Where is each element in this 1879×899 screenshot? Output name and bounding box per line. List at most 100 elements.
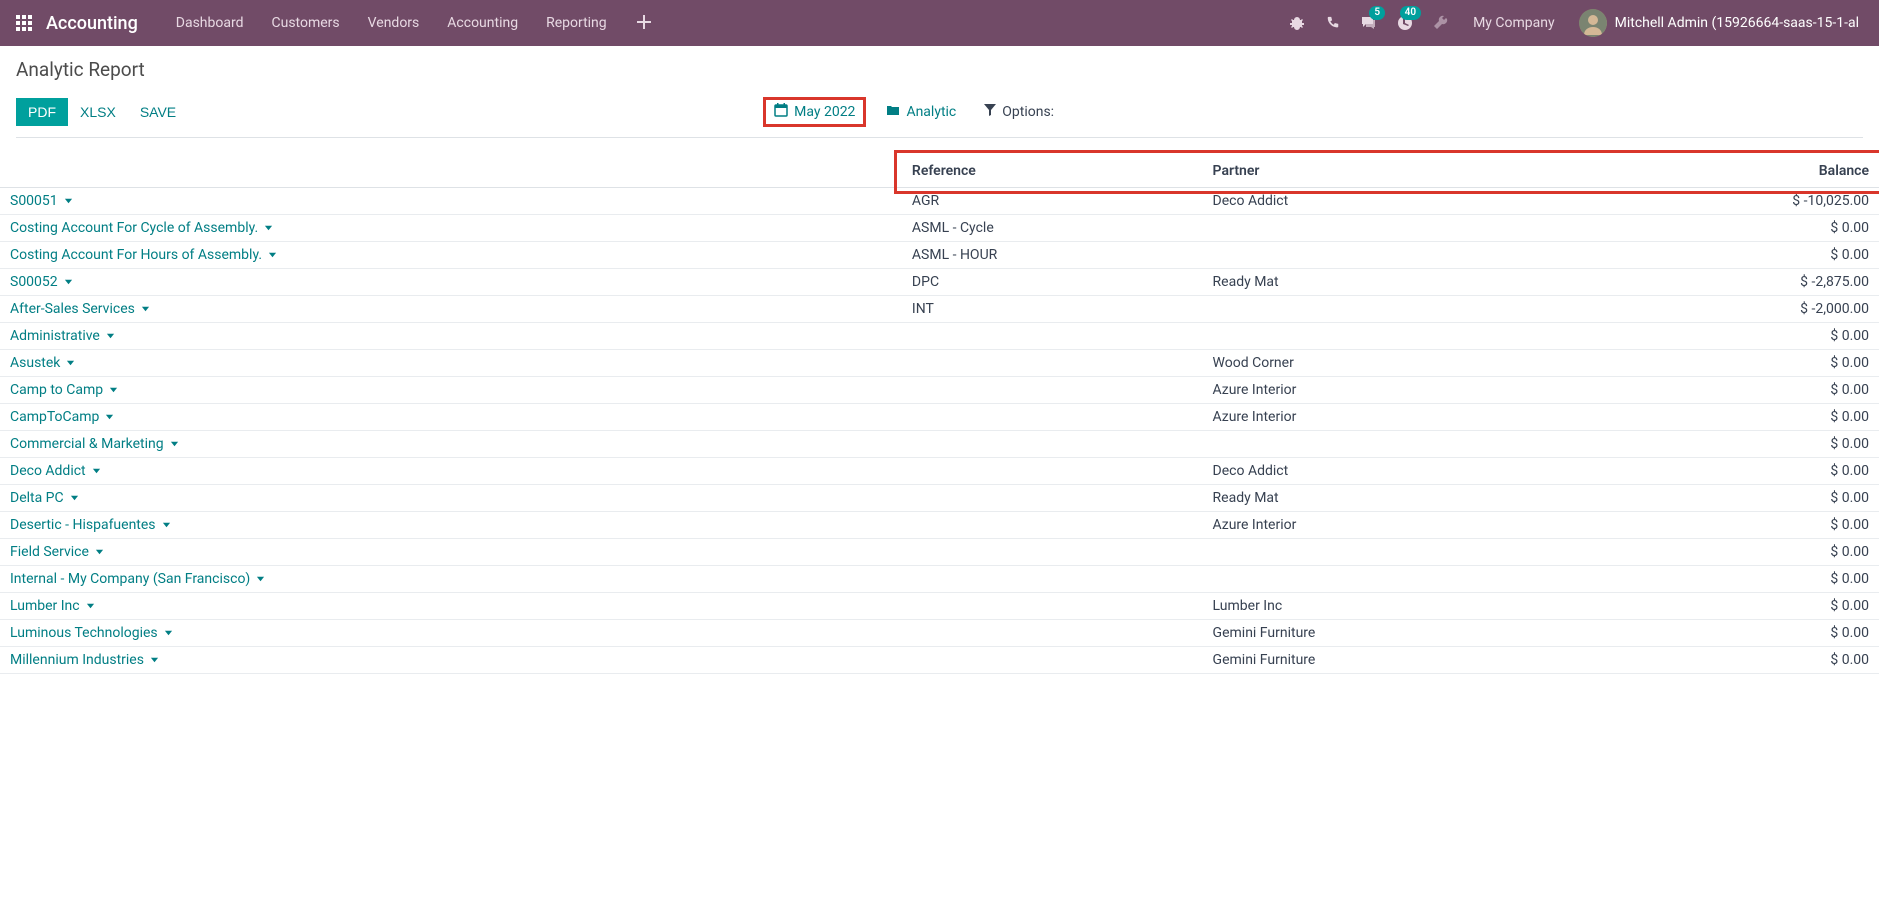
row-name-link[interactable]: Administrative xyxy=(10,328,115,344)
table-row: Desertic - HispafuentesAzure Interior$ 0… xyxy=(0,512,1879,539)
row-reference xyxy=(902,485,1203,512)
nav-dashboard[interactable]: Dashboard xyxy=(162,0,258,46)
row-balance: $ 0.00 xyxy=(1578,539,1879,566)
controls-row: PDF XLSX SAVE May 2022 Analytic Options: xyxy=(16,97,1863,138)
row-name-link[interactable]: Deco Addict xyxy=(10,463,101,479)
row-name-link[interactable]: Field Service xyxy=(10,544,104,560)
caret-down-icon xyxy=(109,382,118,398)
row-reference xyxy=(902,458,1203,485)
table-row: Deco AddictDeco Addict$ 0.00 xyxy=(0,458,1879,485)
row-name-link[interactable]: Camp to Camp xyxy=(10,382,118,398)
save-button[interactable]: SAVE xyxy=(128,98,188,126)
row-balance: $ 0.00 xyxy=(1578,593,1879,620)
row-partner xyxy=(1203,215,1579,242)
caret-down-icon xyxy=(70,490,79,506)
row-partner xyxy=(1203,566,1579,593)
nav-customers[interactable]: Customers xyxy=(258,0,354,46)
brand-title[interactable]: Accounting xyxy=(46,13,138,34)
row-name-link[interactable]: Lumber Inc xyxy=(10,598,95,614)
table-row: Millennium Industries Gemini Furniture$ 0… xyxy=(0,647,1879,674)
caret-down-icon xyxy=(268,247,277,263)
apps-menu-icon[interactable] xyxy=(10,9,38,37)
analytic-filter-label: Analytic xyxy=(906,104,956,120)
table-row: Administrative $ 0.00 xyxy=(0,323,1879,350)
company-selector[interactable]: My Company xyxy=(1459,15,1569,31)
row-reference xyxy=(902,566,1203,593)
row-partner: Lumber Inc xyxy=(1203,593,1579,620)
row-name-link[interactable]: S00051 xyxy=(10,193,73,209)
row-name-link[interactable]: Luminous Technologies xyxy=(10,625,173,641)
row-name-link[interactable]: Commercial & Marketing xyxy=(10,436,179,452)
row-name-link[interactable]: Asustek xyxy=(10,355,75,371)
row-balance: $ 0.00 xyxy=(1578,512,1879,539)
nav-reporting[interactable]: Reporting xyxy=(532,0,621,46)
row-balance: $ 0.00 xyxy=(1578,350,1879,377)
table-row: CampToCampAzure Interior$ 0.00 xyxy=(0,404,1879,431)
row-reference: ASML - HOUR xyxy=(902,242,1203,269)
table-row: Delta PCReady Mat$ 0.00 xyxy=(0,485,1879,512)
filter-icon xyxy=(984,104,996,120)
nav-plus-icon[interactable] xyxy=(621,13,667,34)
row-name-link[interactable]: Delta PC xyxy=(10,490,79,506)
col-name-header xyxy=(0,158,902,188)
row-name-link[interactable]: Costing Account For Hours of Assembly. xyxy=(10,247,277,263)
row-partner: Gemini Furniture xyxy=(1203,620,1579,647)
xlsx-button[interactable]: XLSX xyxy=(68,98,128,126)
row-balance: $ 0.00 xyxy=(1578,404,1879,431)
row-balance: $ 0.00 xyxy=(1578,377,1879,404)
caret-down-icon xyxy=(170,436,179,452)
col-partner-header: Partner xyxy=(1203,158,1579,188)
row-balance: $ -2,000.00 xyxy=(1578,296,1879,323)
row-balance: $ 0.00 xyxy=(1578,647,1879,674)
row-balance: $ 0.00 xyxy=(1578,323,1879,350)
table-row: AsustekWood Corner$ 0.00 xyxy=(0,350,1879,377)
user-menu[interactable]: Mitchell Admin (15926664-saas-15-1-al xyxy=(1569,9,1869,37)
debug-icon[interactable] xyxy=(1279,0,1315,46)
row-partner: Azure Interior xyxy=(1203,377,1579,404)
options-filter-label: Options: xyxy=(1002,104,1054,120)
row-reference: AGR xyxy=(902,188,1203,215)
row-balance: $ 0.00 xyxy=(1578,431,1879,458)
caret-down-icon xyxy=(141,301,150,317)
messages-icon[interactable]: 5 xyxy=(1351,0,1387,46)
row-name-link[interactable]: CampToCamp xyxy=(10,409,114,425)
caret-down-icon xyxy=(105,409,114,425)
avatar xyxy=(1579,9,1607,37)
caret-down-icon xyxy=(256,571,265,587)
options-filter[interactable]: Options: xyxy=(976,100,1062,124)
table-row: Luminous TechnologiesGemini Furniture$ 0… xyxy=(0,620,1879,647)
table-header-row: Reference Partner Balance xyxy=(0,158,1879,188)
row-partner: Deco Addict xyxy=(1203,458,1579,485)
caret-down-icon xyxy=(164,625,173,641)
caret-down-icon xyxy=(92,463,101,479)
nav-accounting[interactable]: Accounting xyxy=(433,0,532,46)
analytic-filter[interactable]: Analytic xyxy=(878,99,964,125)
row-partner: Gemini Furniture xyxy=(1203,647,1579,674)
pdf-button[interactable]: PDF xyxy=(16,98,68,126)
row-balance: $ 0.00 xyxy=(1578,485,1879,512)
row-reference xyxy=(902,431,1203,458)
row-reference: DPC xyxy=(902,269,1203,296)
row-reference xyxy=(902,620,1203,647)
row-reference: INT xyxy=(902,296,1203,323)
row-name-link[interactable]: Costing Account For Cycle of Assembly. xyxy=(10,220,273,236)
user-name: Mitchell Admin (15926664-saas-15-1-al xyxy=(1615,15,1859,31)
row-name-link[interactable]: Desertic - Hispafuentes xyxy=(10,517,171,533)
row-reference xyxy=(902,377,1203,404)
caret-down-icon xyxy=(66,355,75,371)
row-name-link[interactable]: Internal - My Company (San Francisco) xyxy=(10,571,265,587)
row-name-link[interactable]: Millennium Industries xyxy=(10,652,159,668)
row-name-link[interactable]: S00052 xyxy=(10,274,73,290)
row-partner xyxy=(1203,431,1579,458)
nav-vendors[interactable]: Vendors xyxy=(354,0,434,46)
row-balance: $ 0.00 xyxy=(1578,215,1879,242)
calendar-icon xyxy=(774,103,788,121)
activities-icon[interactable]: 40 xyxy=(1387,0,1423,46)
phone-icon[interactable] xyxy=(1315,0,1351,46)
topbar: Accounting Dashboard Customers Vendors A… xyxy=(0,0,1879,46)
date-filter[interactable]: May 2022 xyxy=(763,97,866,127)
table-row: Lumber IncLumber Inc$ 0.00 xyxy=(0,593,1879,620)
table-row: Internal - My Company (San Francisco)$ 0… xyxy=(0,566,1879,593)
tools-icon[interactable] xyxy=(1423,0,1459,46)
row-name-link[interactable]: After-Sales Services xyxy=(10,301,150,317)
